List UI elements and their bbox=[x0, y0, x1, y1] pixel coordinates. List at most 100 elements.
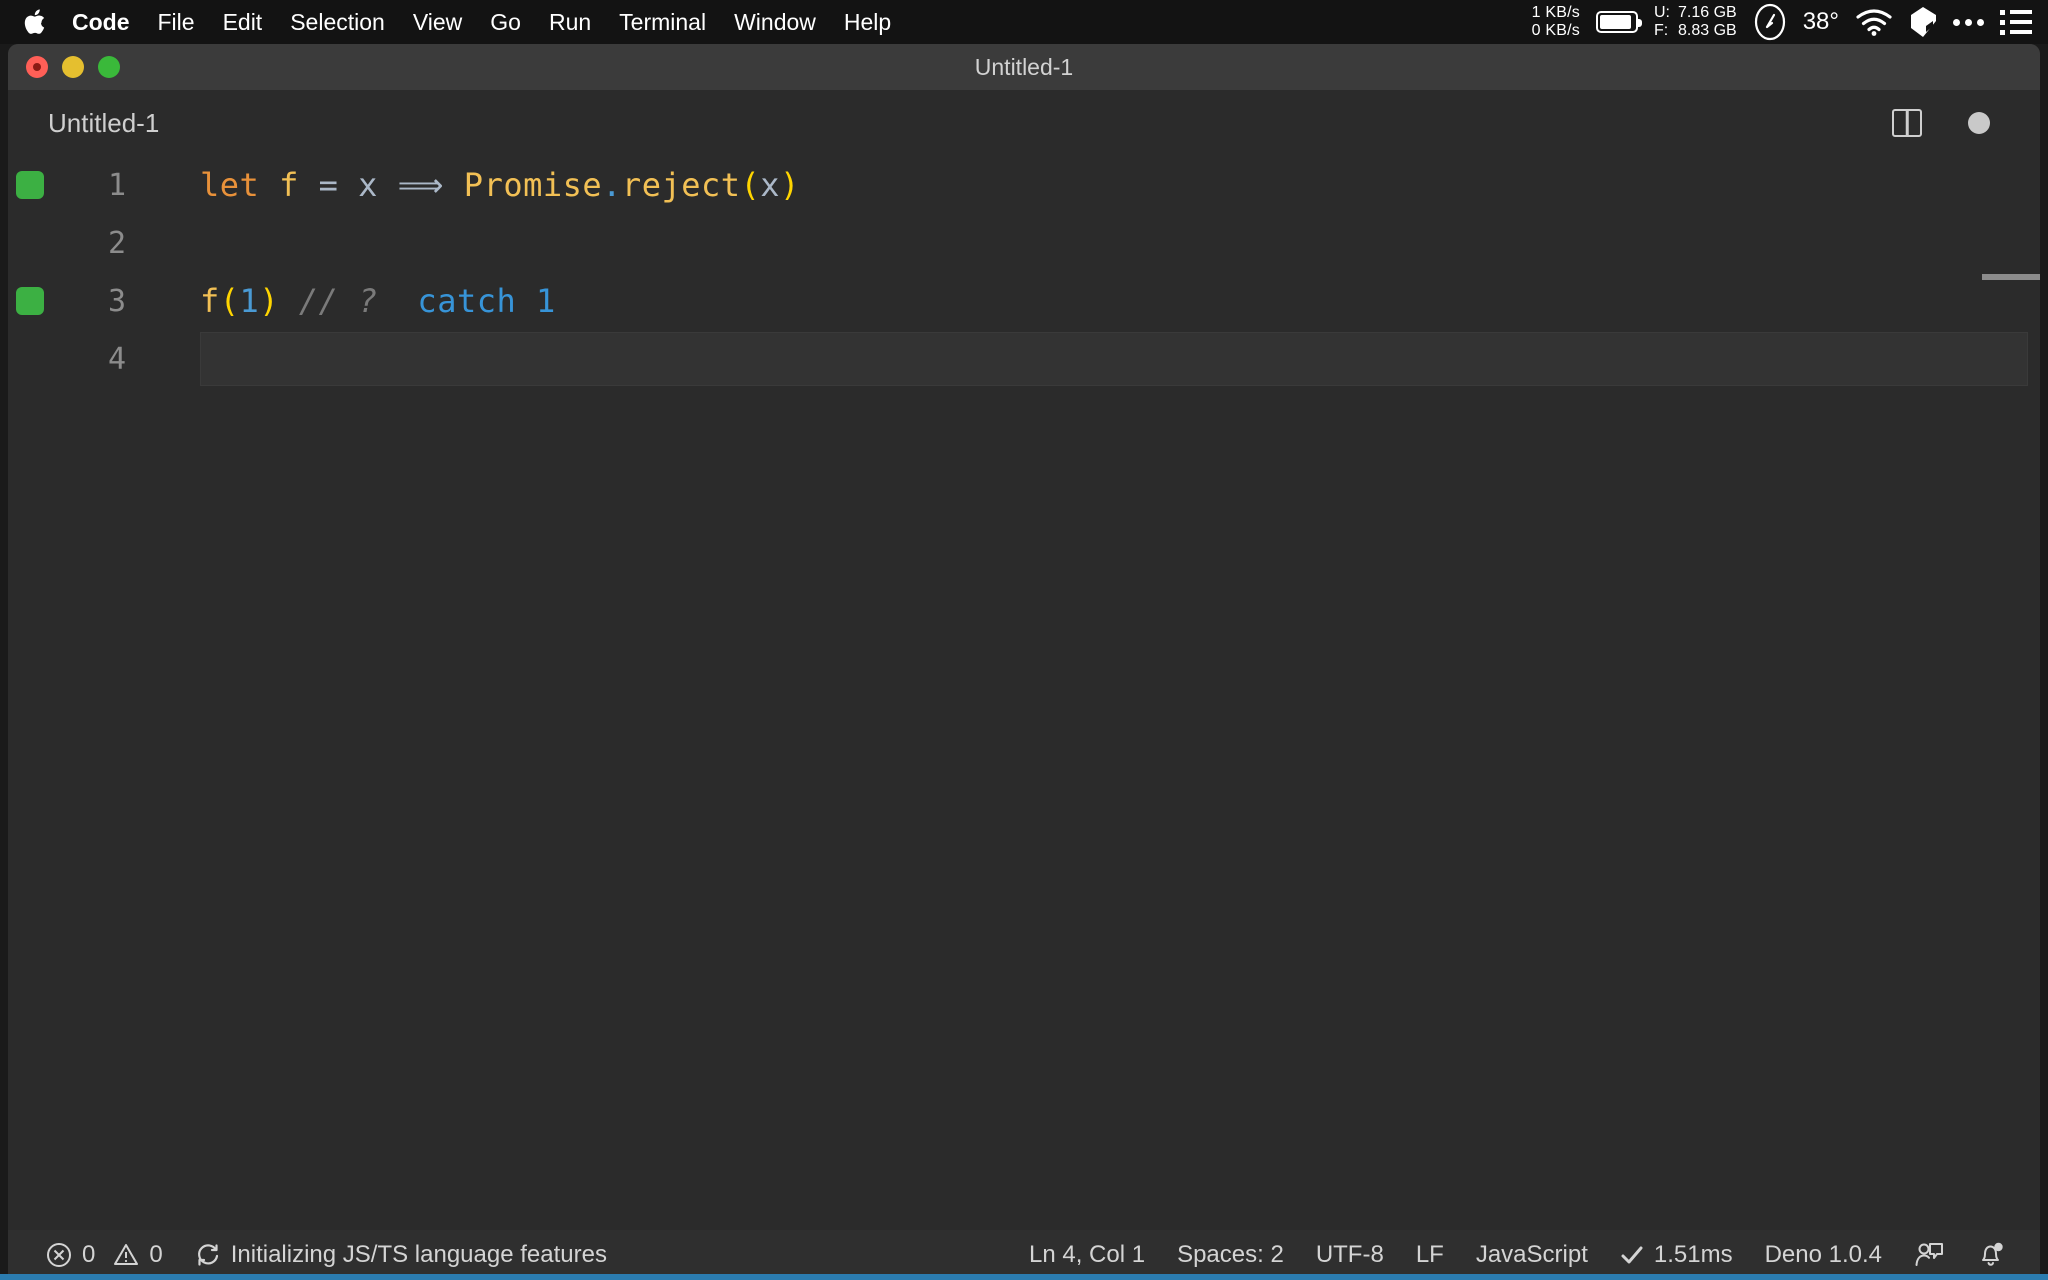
run-cell-icon bbox=[16, 171, 44, 199]
menu-item-view[interactable]: View bbox=[399, 0, 476, 44]
network-download-speed: 0 KB/s bbox=[1532, 22, 1580, 40]
status-bar-right: Ln 4, Col 1 Spaces: 2 UTF-8 LF JavaScrip… bbox=[1013, 1230, 2040, 1280]
unsaved-changes-dot[interactable] bbox=[1968, 112, 1990, 134]
editor-line-2[interactable]: 2 bbox=[8, 214, 2040, 272]
shield-app-icon[interactable] bbox=[1909, 6, 1937, 38]
status-bar-left: 0 0 Initiali bbox=[8, 1230, 623, 1280]
gutter-run-marker-3[interactable] bbox=[8, 287, 52, 315]
editor-line-3[interactable]: 3 f(1) // ? catch 1 bbox=[8, 272, 2040, 330]
token-param-x: x bbox=[358, 166, 378, 204]
compass-icon[interactable] bbox=[1753, 3, 1787, 41]
menu-bar-items: Code File Edit Selection View Go Run Ter… bbox=[0, 0, 905, 44]
inline-result-hint: catch 1 bbox=[417, 282, 555, 320]
token-space bbox=[259, 166, 279, 204]
line-content-1[interactable]: let f = x ⟹ Promise.reject(x) bbox=[144, 166, 800, 204]
token-promise: Promise bbox=[464, 166, 602, 204]
split-editor-icon[interactable] bbox=[1892, 109, 1922, 137]
token-arrow-ligature: ⟹ bbox=[398, 166, 444, 204]
temperature-indicator[interactable]: 38° bbox=[1803, 8, 1839, 36]
background-task-indicator[interactable]: Initializing JS/TS language features bbox=[179, 1230, 623, 1280]
token-dot: . bbox=[602, 166, 622, 204]
menu-item-go[interactable]: Go bbox=[476, 0, 535, 44]
memory-used-label: U: bbox=[1654, 4, 1670, 22]
execution-timing[interactable]: 1.51ms bbox=[1604, 1230, 1749, 1280]
minimize-button[interactable] bbox=[62, 56, 84, 78]
apple-logo-icon[interactable] bbox=[14, 0, 58, 44]
bell-notification-icon[interactable] bbox=[1960, 1230, 2022, 1280]
token-comment: // ? bbox=[299, 282, 378, 320]
memory-free-value: 8.83 GB bbox=[1678, 22, 1737, 40]
token-space bbox=[279, 282, 299, 320]
macos-menu-bar: Code File Edit Selection View Go Run Ter… bbox=[0, 0, 2048, 44]
line-number-1: 1 bbox=[52, 168, 144, 203]
memory-used-value: 7.16 GB bbox=[1678, 4, 1737, 22]
cursor-position[interactable]: Ln 4, Col 1 bbox=[1013, 1230, 1161, 1280]
memory-free-label: F: bbox=[1654, 22, 1670, 40]
list-menu-icon[interactable] bbox=[2000, 10, 2032, 35]
close-button[interactable] bbox=[26, 56, 48, 78]
battery-icon[interactable] bbox=[1596, 11, 1638, 33]
scrollbar-change-marker bbox=[1982, 274, 2040, 280]
menu-item-run[interactable]: Run bbox=[535, 0, 605, 44]
eol-setting[interactable]: LF bbox=[1400, 1230, 1460, 1280]
menu-item-edit[interactable]: Edit bbox=[209, 0, 277, 44]
editor-line-1[interactable]: 1 let f = x ⟹ Promise.reject(x) bbox=[8, 156, 2040, 214]
token-open-paren: ( bbox=[741, 166, 761, 204]
menu-item-file[interactable]: File bbox=[144, 0, 209, 44]
editor-tab-bar: Untitled-1 bbox=[8, 90, 2040, 156]
ellipsis-icon[interactable] bbox=[1953, 19, 1984, 26]
token-space bbox=[444, 166, 464, 204]
menu-item-window[interactable]: Window bbox=[720, 0, 830, 44]
token-space bbox=[338, 166, 358, 204]
token-reject: reject bbox=[622, 166, 741, 204]
editor-scrollbar[interactable] bbox=[2026, 156, 2040, 1230]
error-count: 0 bbox=[82, 1241, 95, 1269]
runtime-version[interactable]: Deno 1.0.4 bbox=[1749, 1230, 1898, 1280]
network-upload-speed: 1 KB/s bbox=[1532, 4, 1580, 22]
menu-item-selection[interactable]: Selection bbox=[276, 0, 399, 44]
menu-item-help[interactable]: Help bbox=[830, 0, 905, 44]
window-traffic-lights bbox=[8, 56, 120, 78]
window-title-bar: Untitled-1 bbox=[8, 44, 2040, 90]
menu-item-terminal[interactable]: Terminal bbox=[605, 0, 720, 44]
indentation-setting[interactable]: Spaces: 2 bbox=[1161, 1230, 1300, 1280]
line-number-3: 3 bbox=[52, 284, 144, 319]
line-number-4: 4 bbox=[52, 342, 144, 377]
problems-indicator[interactable]: 0 0 bbox=[30, 1230, 179, 1280]
warning-count: 0 bbox=[149, 1241, 162, 1269]
code-editor[interactable]: 1 let f = x ⟹ Promise.reject(x) 2 3 f(1)… bbox=[8, 156, 2040, 1230]
editor-line-4[interactable]: 4 bbox=[8, 330, 2040, 388]
token-arg-x: x bbox=[760, 166, 780, 204]
feedback-person-icon[interactable] bbox=[1898, 1230, 1960, 1280]
memory-values: 7.16 GB 8.83 GB bbox=[1678, 4, 1737, 40]
menu-item-code[interactable]: Code bbox=[58, 0, 144, 44]
wifi-icon[interactable] bbox=[1855, 8, 1893, 36]
token-space bbox=[378, 282, 418, 320]
tab-untitled-1[interactable]: Untitled-1 bbox=[8, 108, 159, 139]
timing-value: 1.51ms bbox=[1654, 1241, 1733, 1269]
current-line-highlight bbox=[200, 332, 2028, 386]
token-open-paren: ( bbox=[220, 282, 240, 320]
token-call-f: f bbox=[200, 282, 220, 320]
token-close-paren: ) bbox=[780, 166, 800, 204]
token-space bbox=[299, 166, 319, 204]
token-equals: = bbox=[319, 166, 339, 204]
token-identifier-f: f bbox=[279, 166, 299, 204]
error-circle-icon bbox=[46, 1242, 72, 1268]
token-keyword-let: let bbox=[200, 166, 259, 204]
gutter-run-marker-1[interactable] bbox=[8, 171, 52, 199]
memory-indicator[interactable]: U: F: 7.16 GB 8.83 GB bbox=[1654, 4, 1737, 40]
warning-triangle-icon bbox=[113, 1242, 139, 1268]
run-cell-icon bbox=[16, 287, 44, 315]
encoding-setting[interactable]: UTF-8 bbox=[1300, 1230, 1400, 1280]
memory-labels: U: F: bbox=[1654, 4, 1670, 40]
line-content-3[interactable]: f(1) // ? catch 1 bbox=[144, 282, 556, 320]
network-speed-indicator[interactable]: 1 KB/s 0 KB/s bbox=[1532, 4, 1580, 40]
token-number-1: 1 bbox=[240, 282, 260, 320]
battery-fill bbox=[1600, 15, 1631, 29]
window-title: Untitled-1 bbox=[8, 54, 2040, 81]
maximize-button[interactable] bbox=[98, 56, 120, 78]
bottom-accent-bar bbox=[0, 1274, 2048, 1280]
language-mode[interactable]: JavaScript bbox=[1460, 1230, 1604, 1280]
line-number-2: 2 bbox=[52, 226, 144, 261]
